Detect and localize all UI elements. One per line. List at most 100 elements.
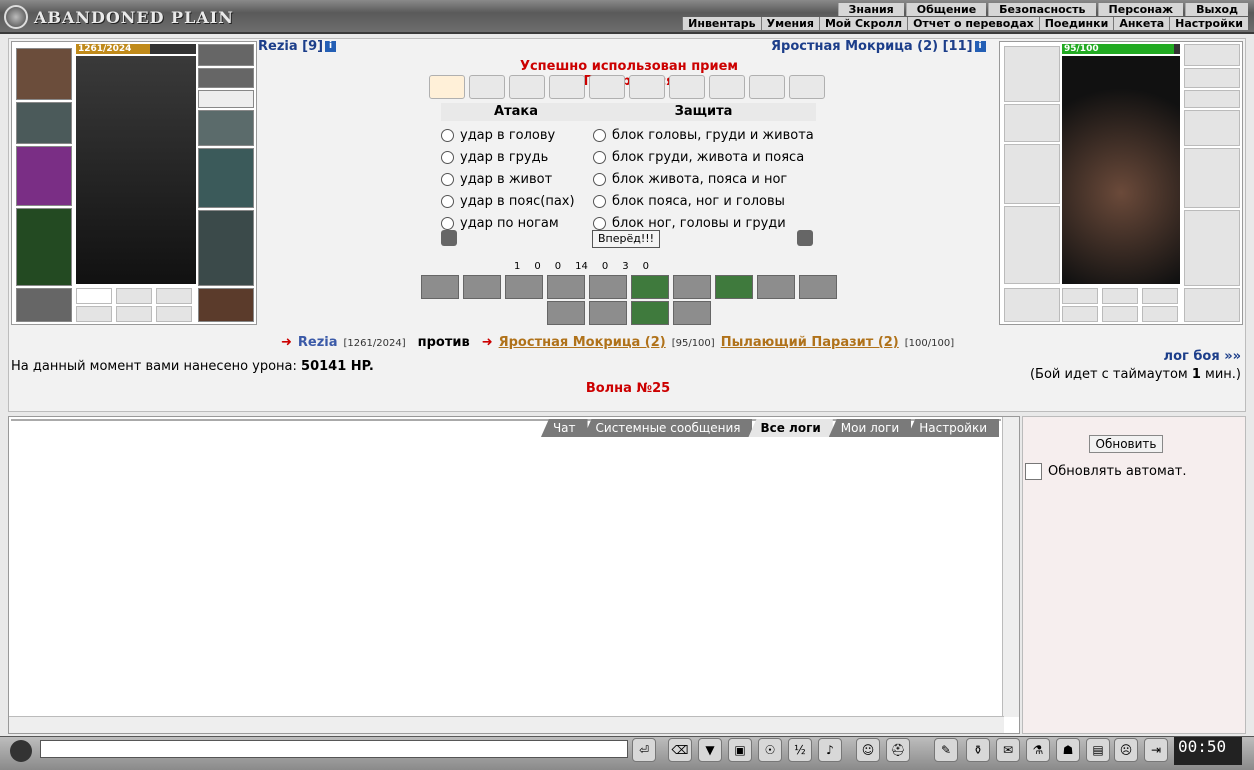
scroll-icon[interactable]: ✉ xyxy=(996,738,1020,762)
technique-slot[interactable] xyxy=(469,75,505,99)
filter-icon[interactable]: ▼ xyxy=(698,738,722,762)
belt-slot[interactable] xyxy=(1004,288,1060,322)
submenu-skills[interactable]: Умения xyxy=(760,17,819,30)
technique-slot[interactable] xyxy=(589,75,625,99)
empty-slot[interactable] xyxy=(1142,288,1178,304)
menu-social[interactable]: Общение xyxy=(905,3,987,16)
tab-all-logs[interactable]: Все логи xyxy=(748,419,833,437)
skill-button[interactable] xyxy=(673,275,711,299)
skill-button[interactable] xyxy=(463,275,501,299)
defense-option[interactable]: блок груди, живота и пояса xyxy=(593,147,804,167)
technique-slot[interactable] xyxy=(749,75,785,99)
attack-option[interactable]: удар в голову xyxy=(441,125,555,145)
skill-button[interactable] xyxy=(421,275,459,299)
pants-slot[interactable] xyxy=(198,210,254,286)
defense-radio[interactable] xyxy=(593,172,606,186)
bracer-slot[interactable] xyxy=(1004,104,1060,142)
technique-slot[interactable] xyxy=(709,75,745,99)
amulet-slot[interactable] xyxy=(198,44,254,66)
submenu-transfers[interactable]: Отчет о переводах xyxy=(907,17,1039,30)
attack-radio[interactable] xyxy=(441,216,454,230)
menu-exit[interactable]: Выход xyxy=(1185,3,1248,16)
helmet-slot[interactable] xyxy=(1004,46,1060,102)
eraser-icon[interactable]: ⌫ xyxy=(668,738,692,762)
skill-button[interactable] xyxy=(715,275,753,299)
technique-slot[interactable] xyxy=(429,75,465,99)
weapon-slot[interactable] xyxy=(16,146,72,206)
attack-option[interactable]: удар в пояс(пах) xyxy=(441,191,575,211)
empty-slot[interactable] xyxy=(1062,306,1098,322)
menu-security[interactable]: Безопасность xyxy=(988,3,1096,16)
defense-radio[interactable] xyxy=(593,216,606,230)
go-button[interactable]: Вперёд!!! xyxy=(592,230,660,248)
gloves-slot[interactable] xyxy=(198,110,254,146)
portrait-icon[interactable]: ☗ xyxy=(1056,738,1080,762)
potion-slot[interactable] xyxy=(76,288,112,304)
bracer-slot[interactable] xyxy=(16,102,72,144)
defense-option[interactable]: блок пояса, ног и головы xyxy=(593,191,785,211)
exit-icon[interactable]: ⇥ xyxy=(1144,738,1168,762)
pen-icon[interactable]: ✎ xyxy=(934,738,958,762)
empty-slot[interactable] xyxy=(76,306,112,322)
attack-radio[interactable] xyxy=(441,128,454,142)
tab-system[interactable]: Системные сообщения xyxy=(583,419,753,437)
empty-slot[interactable] xyxy=(1102,306,1138,322)
shield-right-icon[interactable] xyxy=(797,230,813,246)
technique-slot[interactable] xyxy=(549,75,585,99)
submenu-duels[interactable]: Поединки xyxy=(1038,17,1114,30)
run-icon[interactable]: ☉ xyxy=(758,738,782,762)
helmet-slot[interactable] xyxy=(16,48,72,100)
smiley-menu-icon[interactable] xyxy=(10,740,32,762)
info-icon[interactable]: i xyxy=(325,41,337,52)
skill-button[interactable] xyxy=(673,301,711,325)
book-icon[interactable]: ▤ xyxy=(1086,738,1110,762)
refresh-button[interactable]: Обновить xyxy=(1089,435,1163,453)
defense-radio[interactable] xyxy=(593,194,606,208)
battle-log-link[interactable]: лог боя »» xyxy=(1164,349,1241,364)
cloak-slot[interactable] xyxy=(16,208,72,286)
empty-slot[interactable] xyxy=(116,288,152,304)
send-icon[interactable]: ⏎ xyxy=(632,738,656,762)
boots-slot[interactable] xyxy=(198,288,254,322)
pants-slot[interactable] xyxy=(1184,210,1240,286)
shield-slot[interactable] xyxy=(198,148,254,208)
belt-slot[interactable] xyxy=(16,288,72,322)
defense-radio[interactable] xyxy=(593,150,606,164)
ring-slot[interactable] xyxy=(1184,68,1240,88)
attack-option[interactable]: удар в живот xyxy=(441,169,552,189)
empty-slot[interactable] xyxy=(156,306,192,322)
skill-button[interactable] xyxy=(589,275,627,299)
player-name[interactable]: Rezia [9] i xyxy=(258,39,337,54)
defense-option[interactable]: блок живота, пояса и ног xyxy=(593,169,787,189)
shield-left-icon[interactable] xyxy=(441,230,457,246)
tab-settings[interactable]: Настройки xyxy=(907,419,999,437)
attack-option[interactable]: удар в грудь xyxy=(441,147,548,167)
info-icon[interactable]: i xyxy=(974,41,986,52)
technique-slot[interactable] xyxy=(509,75,545,99)
attack-radio[interactable] xyxy=(441,150,454,164)
submenu-scroll[interactable]: Мой Скролл xyxy=(818,17,908,30)
enemy-name[interactable]: Яростная Мокрица (2) [11] i xyxy=(771,39,986,54)
log-horizontal-scrollbar[interactable] xyxy=(9,716,1004,733)
submenu-settings[interactable]: Настройки xyxy=(1169,17,1248,30)
empty-slot[interactable] xyxy=(116,306,152,322)
auto-refresh-row[interactable]: Обновлять автомат. xyxy=(1025,463,1187,480)
submenu-inventory[interactable]: Инвентарь xyxy=(682,17,761,30)
log-vertical-scrollbar[interactable] xyxy=(1002,417,1019,717)
flask-icon[interactable]: ⚗ xyxy=(1026,738,1050,762)
skill-button[interactable] xyxy=(505,275,543,299)
weapon-slot[interactable] xyxy=(1004,144,1060,204)
empty-slot[interactable] xyxy=(1102,288,1138,304)
technique-slot[interactable] xyxy=(669,75,705,99)
skill-button[interactable] xyxy=(631,301,669,325)
attack-radio[interactable] xyxy=(441,172,454,186)
gloves-slot[interactable] xyxy=(1184,110,1240,146)
empty-slot[interactable] xyxy=(1142,306,1178,322)
technique-slot[interactable] xyxy=(789,75,825,99)
shield-slot[interactable] xyxy=(1184,148,1240,208)
skill-button[interactable] xyxy=(547,301,585,325)
mask-icon[interactable]: ☹ xyxy=(1114,738,1138,762)
skill-button[interactable] xyxy=(757,275,795,299)
skill-button[interactable] xyxy=(799,275,837,299)
defense-radio[interactable] xyxy=(593,128,606,142)
